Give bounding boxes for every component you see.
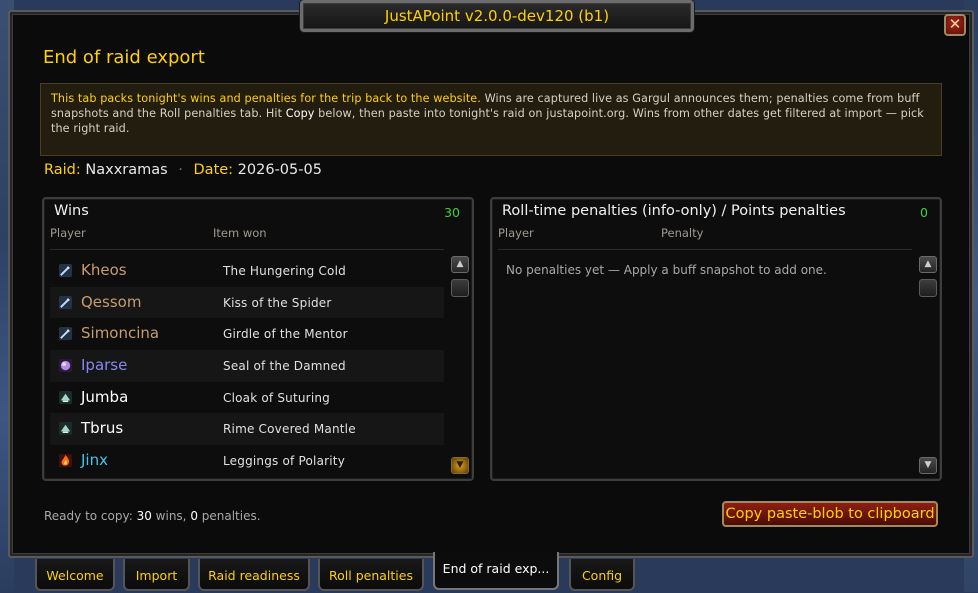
win-item: The Hungering Cold <box>223 264 346 278</box>
win-player: Jumba <box>81 387 129 406</box>
fire-icon <box>58 454 73 468</box>
raid-value: Naxxramas <box>85 162 168 178</box>
penalties-col-player: Player <box>498 226 534 240</box>
sword-icon <box>58 327 73 341</box>
purple-orb-icon <box>58 359 73 373</box>
tab-welcome[interactable]: Welcome <box>35 559 115 591</box>
penalties-col-penalty: Penalty <box>661 226 704 240</box>
info-box: This tab packs tonight's wins and penalt… <box>40 83 942 156</box>
raid-label: Raid: <box>44 162 81 178</box>
win-player: Kheos <box>81 261 127 279</box>
win-player: Simoncina <box>81 324 160 343</box>
wins-panel: Wins 30 Player Item won Kheos The Hunger… <box>42 197 474 481</box>
win-row[interactable]: Tbrus Rime Covered Mantle <box>50 413 444 446</box>
win-player: Tbrus <box>81 419 124 438</box>
page-title: End of raid export <box>43 47 205 68</box>
status-prefix: Ready to copy: <box>44 509 137 523</box>
win-row[interactable]: Simoncina Girdle of the Mentor <box>50 318 444 350</box>
win-player: Iparse <box>81 356 128 375</box>
win-item: Cloak of Suturing <box>223 390 330 405</box>
wins-col-player: Player <box>50 226 86 240</box>
wins-list: Kheos The Hungering Cold Qessom Kiss of … <box>50 255 444 477</box>
win-item: Rime Covered Mantle <box>223 422 356 437</box>
penalties-title: Roll-time penalties (info-only) / Points… <box>502 203 846 219</box>
penalties-scroll-up-button[interactable]: ▲ <box>919 256 937 273</box>
wins-scroll-down-button[interactable]: ▼ <box>451 457 469 474</box>
win-row[interactable]: Iparse Seal of the Damned <box>50 350 444 382</box>
date-value: 2026-05-05 <box>237 162 322 178</box>
penalties-scroll-thumb[interactable] <box>919 279 937 297</box>
wins-scroll-thumb[interactable] <box>451 279 469 297</box>
tab-end-of-raid-export[interactable]: End of raid exp... <box>433 552 559 590</box>
sword-icon <box>58 263 73 278</box>
raid-info-line: Raid: Naxxramas · Date: 2026-05-05 <box>44 162 322 178</box>
penalties-header-divider <box>498 249 912 250</box>
wins-title: Wins <box>54 203 89 219</box>
win-item: Girdle of the Mentor <box>223 327 348 342</box>
cloth-icon <box>58 390 73 404</box>
status-penalties-count: 0 <box>190 509 198 523</box>
info-text-intro: This tab packs tonight's wins and penalt… <box>51 92 481 105</box>
status-penalties-word: penalties. <box>197 509 261 523</box>
win-row[interactable]: Qessom Kiss of the Spider <box>50 286 444 319</box>
info-text-copy-word: Copy <box>285 107 315 120</box>
penalties-empty-message: No penalties yet — Apply a buff snapshot… <box>506 263 827 277</box>
penalties-panel: Roll-time penalties (info-only) / Points… <box>490 197 942 481</box>
status-wins-word: wins, <box>151 509 191 523</box>
win-row[interactable]: Kheos The Hungering Cold <box>50 255 444 287</box>
win-item: Leggings of Polarity <box>223 454 346 469</box>
copy-to-clipboard-button[interactable]: Copy paste-blob to clipboard <box>722 501 938 527</box>
tab-raid-readiness[interactable]: Raid readiness <box>198 559 310 591</box>
wins-count: 30 <box>444 205 460 220</box>
close-button[interactable]: ✕ <box>944 14 966 36</box>
wins-scroll-up-button[interactable]: ▲ <box>451 256 469 273</box>
tab-roll-penalties[interactable]: Roll penalties <box>318 559 424 591</box>
win-player: Jinx <box>81 451 108 470</box>
tab-import[interactable]: Import <box>123 559 190 591</box>
sword-icon <box>58 295 73 309</box>
win-row[interactable]: Jinx Leggings of Polarity <box>50 445 444 477</box>
penalties-count: 0 <box>920 205 928 220</box>
tab-config[interactable]: Config <box>569 559 635 591</box>
win-item: Kiss of the Spider <box>223 295 332 310</box>
status-wins-count: 30 <box>136 509 152 523</box>
wins-col-item: Item won <box>213 226 267 240</box>
win-row[interactable]: Jumba Cloak of Suturing <box>50 382 444 414</box>
window-title[interactable]: JustAPoint v2.0.0-dev120 (b1) <box>300 0 694 32</box>
penalties-scroll-down-button[interactable]: ▼ <box>919 457 937 474</box>
date-label: Date: <box>193 162 234 178</box>
separator-dot: · <box>178 162 183 178</box>
win-player: Qessom <box>81 292 142 311</box>
status-line: Ready to copy: 30 wins, 0 penalties. <box>44 509 261 523</box>
cloth-icon <box>58 422 73 436</box>
wins-header-divider <box>50 249 444 250</box>
win-item: Seal of the Damned <box>223 359 346 374</box>
